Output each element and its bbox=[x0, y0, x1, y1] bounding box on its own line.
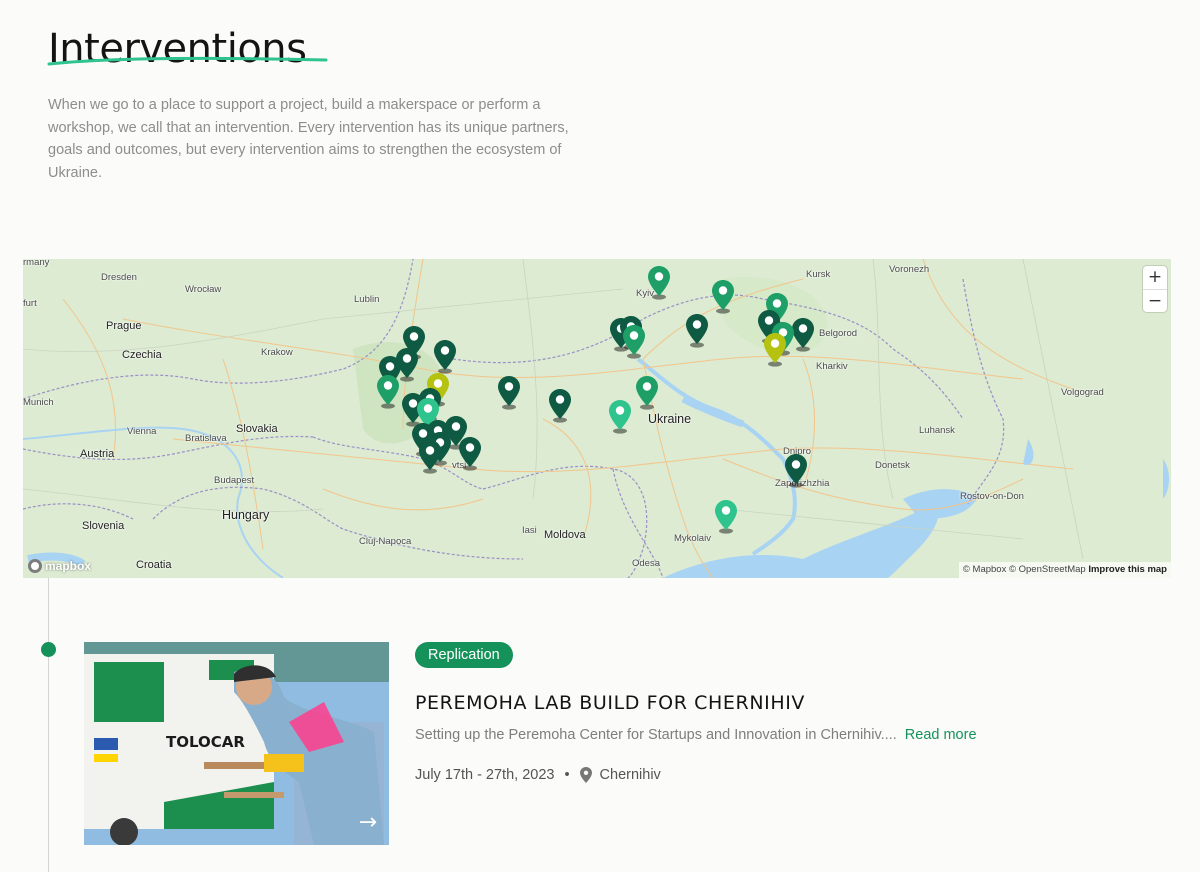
map-label-mykolaiv: Mykolaiv bbox=[674, 533, 711, 544]
map-marker-icon[interactable] bbox=[376, 374, 400, 410]
map-label-dresden: Dresden bbox=[101, 272, 137, 283]
map-label-budapest: Budapest bbox=[214, 475, 255, 486]
map-label-croatia: Croatia bbox=[136, 559, 172, 571]
map-label-belgorod: Belgorod bbox=[819, 328, 858, 339]
location-pin-icon bbox=[579, 767, 592, 783]
intervention-dates: July 17th - 27th, 2023 bbox=[415, 767, 555, 783]
timeline-dot bbox=[41, 642, 56, 657]
mapbox-logo-icon bbox=[28, 559, 42, 573]
map-label-odesa: Odesa bbox=[632, 558, 660, 569]
map-label-cluj: Cluj-Napoca bbox=[359, 536, 412, 547]
description-text: Setting up the Peremoha Center for Start… bbox=[415, 727, 897, 743]
intervention-type-badge: Replication bbox=[415, 642, 513, 668]
map-marker-icon[interactable] bbox=[784, 453, 808, 489]
intervention-location: Chernihiv bbox=[599, 767, 661, 783]
map-label-germany: rmany bbox=[23, 259, 50, 268]
map-label-iasi: Iasi bbox=[522, 525, 537, 536]
map-label-donetsk: Donetsk bbox=[875, 460, 910, 471]
map-label-prague: Prague bbox=[106, 320, 142, 332]
map-attribution: © Mapbox © OpenStreetMap Improve this ma… bbox=[958, 562, 1171, 578]
map-label-bratislava: Bratislava bbox=[185, 433, 227, 444]
map-label-voronezh: Voronezh bbox=[889, 264, 930, 275]
intervention-meta: July 17th - 27th, 2023 • Chernihiv bbox=[415, 767, 661, 783]
interventions-map[interactable]: rmany Dresden Wrocław Lublin Kursk Voron… bbox=[23, 259, 1171, 578]
mapbox-logo[interactable]: mapbox bbox=[28, 559, 91, 573]
map-marker-icon[interactable] bbox=[548, 388, 572, 424]
intervention-title[interactable]: PEREMOHA LAB BUILD FOR CHERNIHIV bbox=[415, 692, 805, 714]
map-marker-icon[interactable] bbox=[418, 439, 442, 475]
meta-separator: • bbox=[564, 767, 570, 783]
timeline-line bbox=[48, 578, 49, 872]
map-label-kursk: Kursk bbox=[806, 269, 831, 280]
intervention-photo: TOLOCAR bbox=[84, 642, 389, 845]
intervention-description: Setting up the Peremoha Center for Start… bbox=[415, 727, 977, 743]
map-label-lublin: Lublin bbox=[354, 294, 380, 305]
map-label-volgograd: Volgograd bbox=[1061, 387, 1104, 398]
map-label-krakow: Krakow bbox=[261, 347, 293, 358]
map-marker-icon[interactable] bbox=[714, 499, 738, 535]
arrow-right-icon[interactable]: → bbox=[359, 810, 377, 835]
map-label-ukraine: Ukraine bbox=[648, 412, 692, 426]
map-marker-icon[interactable] bbox=[647, 265, 671, 301]
map-marker-icon[interactable] bbox=[497, 375, 521, 411]
map-base bbox=[23, 259, 1171, 578]
attribution-text[interactable]: © Mapbox © OpenStreetMap bbox=[963, 564, 1086, 575]
map-label-vienna: Vienna bbox=[127, 426, 157, 437]
map-label-slovenia: Slovenia bbox=[82, 520, 125, 532]
map-marker-icon[interactable] bbox=[433, 339, 457, 375]
zoom-out-button[interactable]: − bbox=[1143, 289, 1167, 312]
truck-lettering: TOLOCAR bbox=[166, 733, 245, 751]
map-marker-icon[interactable] bbox=[685, 313, 709, 349]
map-label-luhansk: Luhansk bbox=[919, 425, 955, 436]
map-marker-icon[interactable] bbox=[763, 332, 787, 368]
map-label-furt: furt bbox=[23, 298, 37, 309]
map-label-slovakia: Slovakia bbox=[236, 423, 278, 435]
intervention-image[interactable]: TOLOCAR → bbox=[84, 642, 389, 845]
map-label-austria: Austria bbox=[80, 448, 115, 460]
zoom-in-button[interactable]: + bbox=[1143, 266, 1167, 289]
map-label-czechia: Czechia bbox=[122, 349, 162, 361]
map-label-wroclaw: Wrocław bbox=[185, 284, 222, 295]
map-label-kharkiv: Kharkiv bbox=[816, 361, 848, 372]
intro-text: When we go to a place to support a proje… bbox=[48, 97, 569, 181]
map-marker-icon[interactable] bbox=[608, 399, 632, 435]
title-underline bbox=[47, 56, 328, 66]
read-more-link[interactable]: Read more bbox=[905, 727, 977, 743]
map-label-moldova: Moldova bbox=[544, 529, 586, 541]
map-label-hungary: Hungary bbox=[222, 508, 270, 522]
map-label-munich: Munich bbox=[23, 397, 54, 408]
map-marker-icon[interactable] bbox=[635, 375, 659, 411]
improve-map-link[interactable]: Improve this map bbox=[1088, 564, 1167, 575]
map-marker-icon[interactable] bbox=[711, 279, 735, 315]
map-zoom-control: + − bbox=[1143, 266, 1167, 312]
map-marker-icon[interactable] bbox=[622, 324, 646, 360]
map-marker-icon[interactable] bbox=[458, 436, 482, 472]
map-label-rostov: Rostov-on-Don bbox=[960, 491, 1024, 502]
mapbox-logo-text: mapbox bbox=[45, 559, 92, 573]
